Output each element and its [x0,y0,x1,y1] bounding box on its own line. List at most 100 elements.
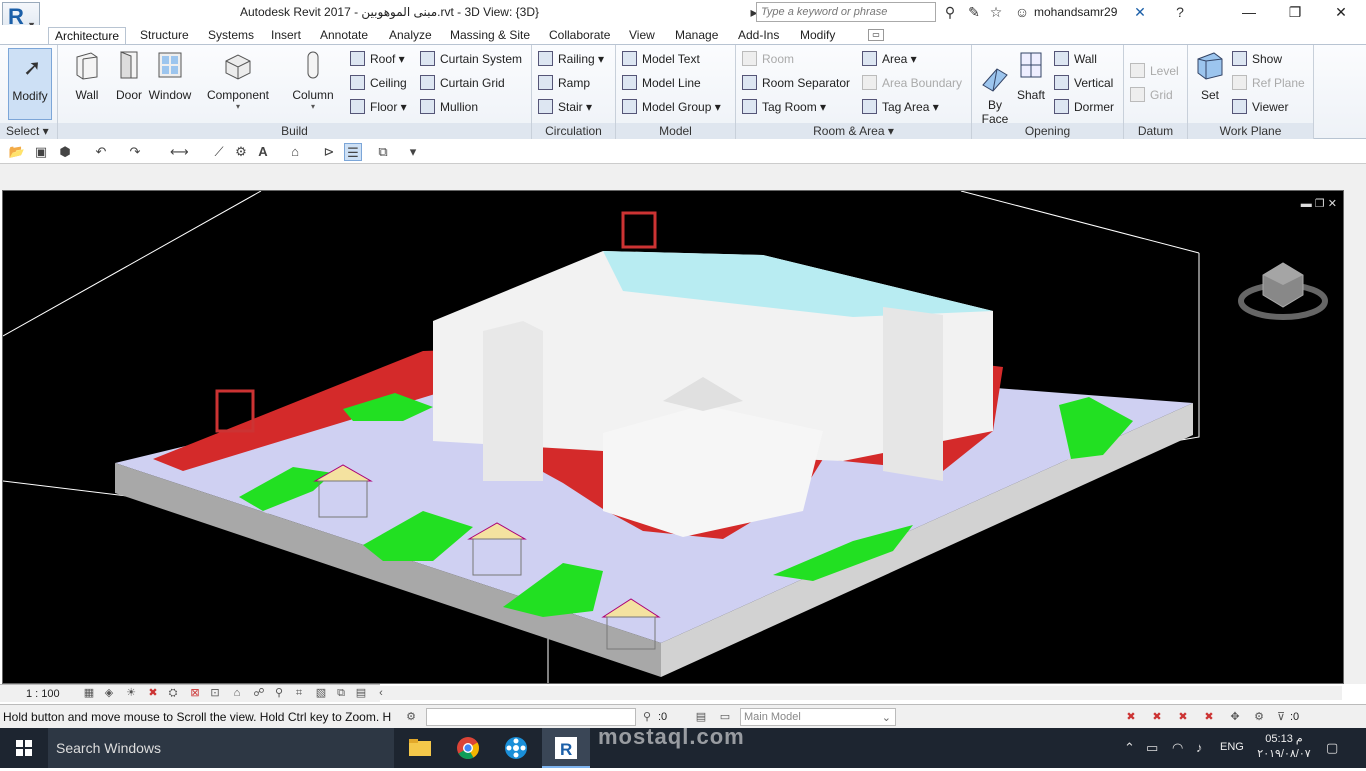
taskbar-search-box[interactable]: Search Windows [48,728,394,768]
help-icon[interactable]: ? [1170,3,1190,21]
select-dropdown[interactable]: Select ▾ [0,123,57,139]
volume-icon[interactable]: ♪ [1196,740,1203,755]
revit-app[interactable]: R [542,728,590,768]
user-icon[interactable]: ☺ [1012,3,1032,21]
temporary-properties-icon[interactable]: ⌗ [292,687,306,700]
select-by-face-icon[interactable]: ✖ [1202,711,1216,724]
user-name[interactable]: mohandsamr29 [1034,5,1117,19]
window-button[interactable]: Window [146,49,194,102]
action-center-icon[interactable]: ▢ [1326,740,1338,756]
tab-insert[interactable]: Insert [265,27,307,44]
select-links-icon[interactable]: ✖ [1124,711,1138,724]
tab-systems[interactable]: Systems [202,27,260,44]
ramp-button[interactable]: Ramp [538,73,590,93]
design-option-select[interactable]: Main Model ⌄ [740,708,896,726]
file-explorer-app[interactable] [396,728,444,768]
language-indicator[interactable]: ENG [1220,741,1244,753]
level-button[interactable]: Level [1130,61,1179,81]
select-underlay-icon[interactable]: ✖ [1150,711,1164,724]
floor-button[interactable]: Floor ▾ [350,97,407,117]
show-button[interactable]: Show [1232,49,1282,69]
wifi-icon[interactable]: ◠ [1172,740,1183,756]
column-button[interactable]: Column ▾ [288,49,338,111]
editable-only-icon[interactable]: ▤ [694,711,708,724]
visual-style-icon[interactable]: ◈ [102,687,116,700]
design-options-icon[interactable]: ⚲ [640,711,654,724]
filter-icon[interactable]: ▭ [718,711,732,724]
tab-annotate[interactable]: Annotate [314,27,374,44]
restore-button[interactable]: ❐ [1272,0,1318,25]
undo-icon[interactable]: ↶ [92,143,110,161]
tag-room-button[interactable]: Tag Room ▾ [742,97,826,117]
media-app[interactable] [492,728,540,768]
show-hidden-icons-icon[interactable]: ⌃ [1124,740,1135,756]
room-area-panel-label[interactable]: Room & Area ▾ [736,123,971,139]
default-3d-view-icon[interactable]: ⌂ [286,143,304,161]
reveal-hidden-icon[interactable]: ⚲ [272,687,286,700]
clock[interactable]: 05:13 م ٢٠١٩/٠٨/٠٧ [1254,732,1314,762]
shaft-button[interactable]: Shaft [1012,49,1050,102]
wall-opening-button[interactable]: Wall [1054,49,1097,69]
close-view-icon[interactable]: ✕ [1328,198,1337,210]
analysis-display-icon[interactable]: ▧ [314,687,328,700]
scroll-left-icon[interactable]: ‹ [374,687,388,700]
dimension-icon[interactable]: ⟋ [210,143,228,161]
stair-button[interactable]: Stair ▾ [538,97,592,117]
view-cube-icon[interactable] [1235,255,1331,325]
render-icon[interactable]: ⛭ [166,687,180,700]
filter-icon[interactable]: ⊽ [1274,711,1288,724]
model-text-button[interactable]: Model Text [622,49,700,69]
background-processes-icon[interactable]: ⚙ [1252,711,1266,724]
crop-view-icon[interactable]: ⊠ [188,687,202,700]
text-icon[interactable]: A [254,143,272,161]
binoculars-icon[interactable]: ⚲ [940,3,960,21]
tag-icon[interactable]: ⚙ [232,143,250,161]
grid-button[interactable]: Grid [1130,85,1173,105]
save-icon[interactable]: ▣ [32,143,50,161]
railing-button[interactable]: Railing ▾ [538,49,604,69]
ceiling-button[interactable]: Ceiling [350,73,407,93]
show-crop-icon[interactable]: ⊡ [208,687,222,700]
set-button[interactable]: Set [1192,49,1228,102]
select-pinned-icon[interactable]: ✖ [1176,711,1190,724]
tab-modify[interactable]: Modify [794,27,841,44]
detail-level-icon[interactable]: ▦ [82,687,96,700]
tab-massing-site[interactable]: Massing & Site [444,27,536,44]
tab-analyze[interactable]: Analyze [383,27,438,44]
curtain-grid-button[interactable]: Curtain Grid [420,73,505,93]
tab-add-ins[interactable]: Add-Ins [732,27,785,44]
worksets-icon[interactable]: ⚙ [404,711,418,724]
mullion-button[interactable]: Mullion [420,97,478,117]
model-group-button[interactable]: Model Group ▾ [622,97,721,117]
star-icon[interactable]: ☆ [986,3,1006,21]
sun-path-icon[interactable]: ☀ [124,687,138,700]
battery-icon[interactable]: ▭ [1146,740,1158,756]
tab-manage[interactable]: Manage [669,27,724,44]
minimize-button[interactable]: — [1226,0,1272,25]
temporary-hide-icon[interactable]: ☍ [252,687,266,700]
room-separator-button[interactable]: Room Separator [742,73,850,93]
lock-view-icon[interactable]: ⌂ [230,687,244,700]
vertical-opening-button[interactable]: Vertical [1054,73,1113,93]
dormer-button[interactable]: Dormer [1054,97,1114,117]
tab-architecture[interactable]: Architecture [48,27,127,44]
chrome-app[interactable] [444,728,492,768]
wall-button[interactable]: Wall [64,49,110,102]
close-button[interactable]: ✕ [1318,0,1364,25]
highlight-displacement-icon[interactable]: ⧉ [334,687,348,700]
vertical-scrollbar[interactable] [1344,190,1366,684]
minimize-view-icon[interactable]: ▬ [1301,198,1312,210]
exchange-icon[interactable]: ✕ [1130,3,1150,21]
restore-view-icon[interactable]: ❐ [1315,198,1325,210]
sync-icon[interactable]: ⬢ [56,143,74,161]
drag-elements-icon[interactable]: ✥ [1228,711,1242,724]
roof-button[interactable]: Roof ▾ [350,49,405,69]
search-input[interactable]: Type a keyword or phrase [756,2,936,22]
customize-toolbar-icon[interactable]: ▾ [404,143,422,161]
section-icon[interactable]: ⊳ [320,143,338,161]
subscription-icon[interactable]: ✎ [964,3,984,21]
room-button[interactable]: Room [742,49,794,69]
start-button[interactable] [0,728,48,768]
tab-structure[interactable]: Structure [134,27,195,44]
model-line-button[interactable]: Model Line [622,73,701,93]
